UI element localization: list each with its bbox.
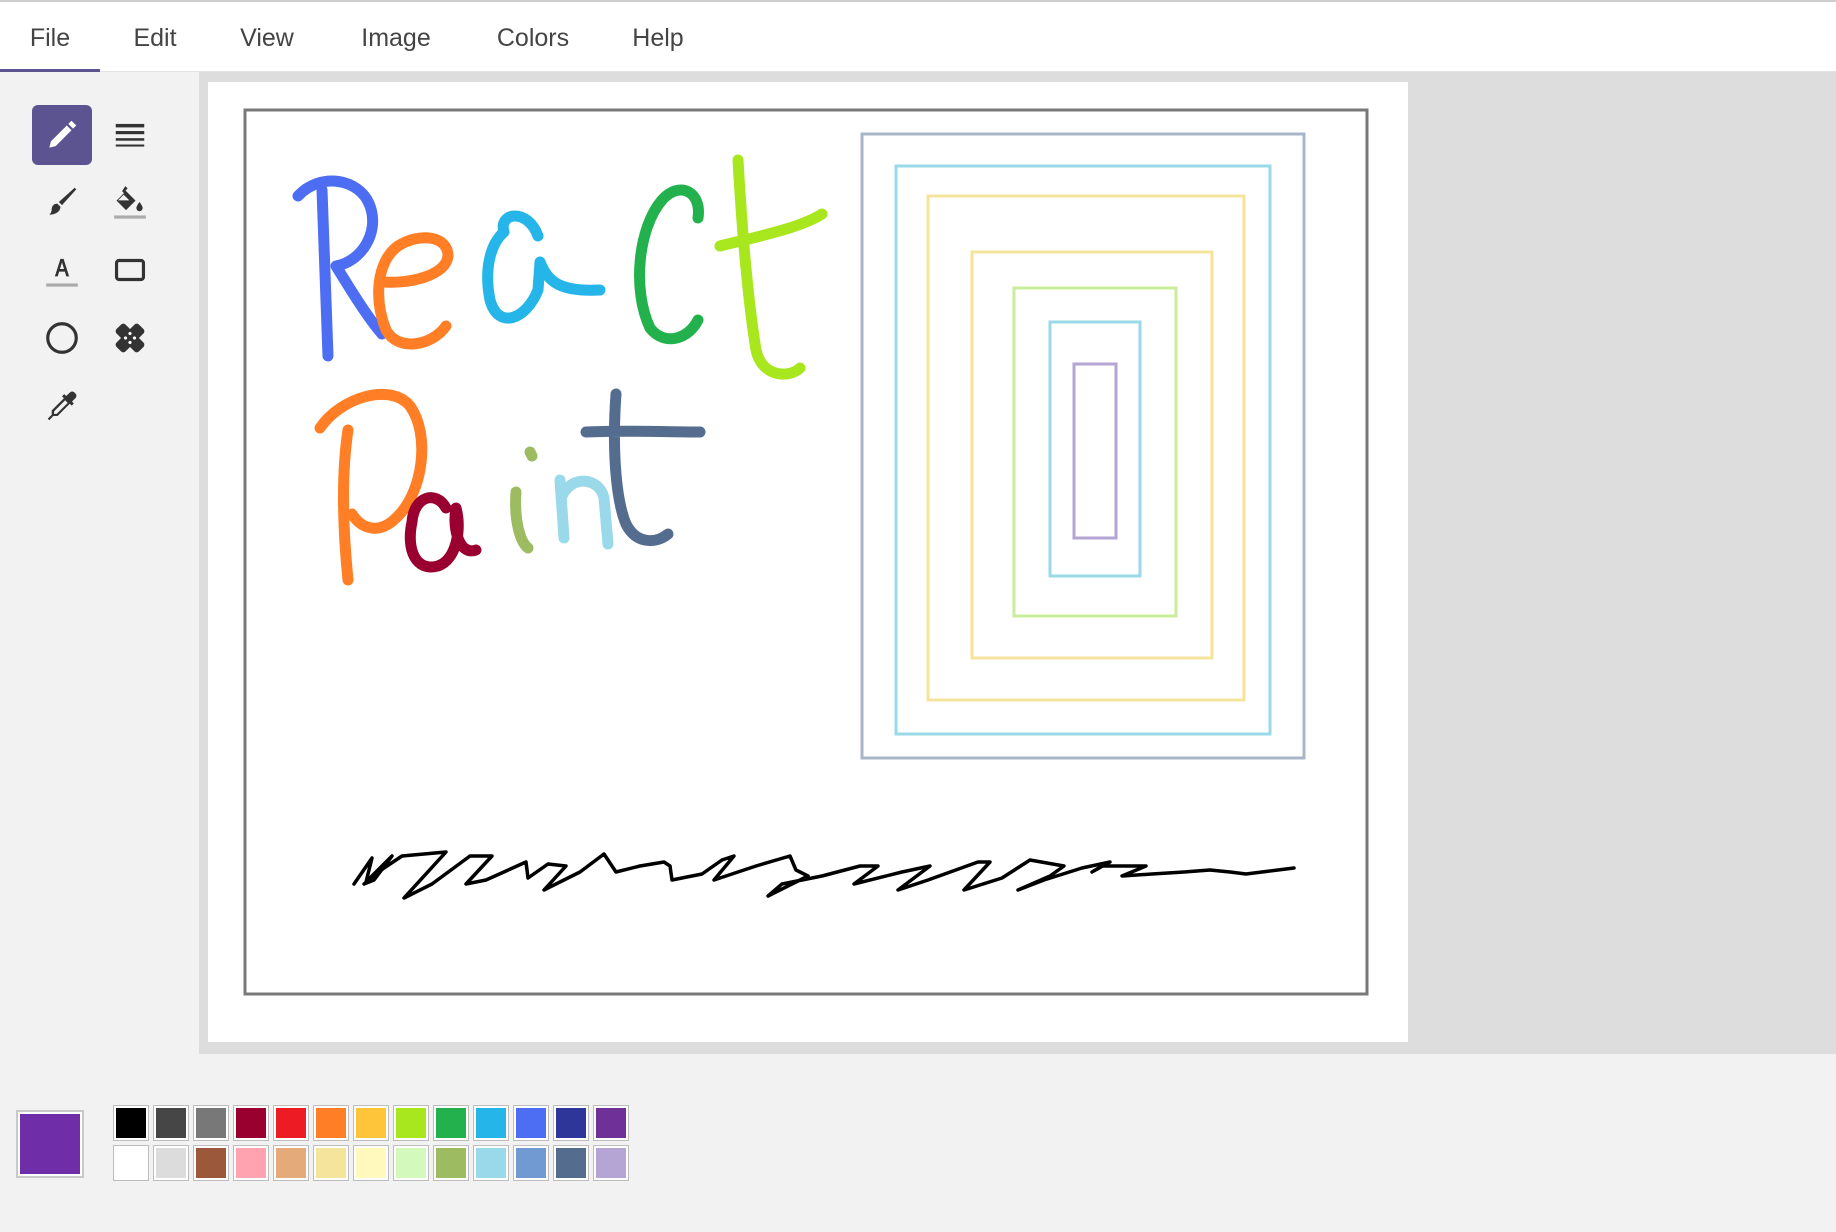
color-swatch-fill xyxy=(516,1108,546,1138)
color-swatch-fill xyxy=(276,1148,306,1178)
color-swatch[interactable] xyxy=(593,1145,629,1181)
color-swatch-fill xyxy=(556,1148,586,1178)
eraser-icon xyxy=(115,323,145,353)
tool-text[interactable] xyxy=(32,240,92,300)
menu-help[interactable]: Help xyxy=(616,4,700,72)
color-swatch-fill xyxy=(396,1148,426,1178)
tool-rectangle[interactable] xyxy=(100,240,160,300)
color-swatch-fill xyxy=(196,1108,226,1138)
color-swatch[interactable] xyxy=(513,1145,549,1181)
drawing-canvas[interactable] xyxy=(208,82,1408,1042)
color-swatch[interactable] xyxy=(233,1105,269,1141)
color-swatch[interactable] xyxy=(553,1145,589,1181)
color-swatch-fill xyxy=(396,1108,426,1138)
pencil-icon xyxy=(49,120,77,148)
color-swatch-fill xyxy=(556,1108,586,1138)
tool-brush[interactable] xyxy=(32,172,92,232)
eyedropper-icon xyxy=(47,391,77,421)
color-swatch[interactable] xyxy=(553,1105,589,1141)
color-swatch[interactable] xyxy=(233,1145,269,1181)
color-swatch[interactable] xyxy=(273,1105,309,1141)
color-swatch-fill xyxy=(476,1108,506,1138)
menu-bar: File Edit View Image Colors Help xyxy=(0,0,1836,72)
color-swatch[interactable] xyxy=(273,1145,309,1181)
color-swatch-fill xyxy=(236,1148,266,1178)
color-swatch[interactable] xyxy=(153,1105,189,1141)
color-swatch-fill xyxy=(516,1148,546,1178)
tool-fill[interactable] xyxy=(100,172,160,232)
ellipse-icon xyxy=(46,322,78,354)
color-swatch[interactable] xyxy=(193,1105,229,1141)
color-swatch[interactable] xyxy=(313,1105,349,1141)
color-swatch[interactable] xyxy=(353,1145,389,1181)
current-color[interactable] xyxy=(16,1110,84,1178)
color-swatch-fill xyxy=(276,1108,306,1138)
paint-bucket-icon xyxy=(114,186,146,219)
menu-view[interactable]: View xyxy=(222,4,312,72)
color-swatch[interactable] xyxy=(313,1145,349,1181)
color-swatch-fill xyxy=(156,1148,186,1178)
color-swatch-fill xyxy=(316,1108,346,1138)
menu-edit[interactable]: Edit xyxy=(110,4,200,72)
color-swatch-fill xyxy=(196,1148,226,1178)
color-swatch-fill xyxy=(436,1148,466,1178)
color-swatch-fill xyxy=(356,1148,386,1178)
tool-eraser[interactable] xyxy=(100,308,160,368)
color-swatch-fill xyxy=(316,1148,346,1178)
text-icon xyxy=(46,258,78,287)
color-swatch[interactable] xyxy=(193,1145,229,1181)
color-swatch-fill xyxy=(596,1108,626,1138)
menu-colors[interactable]: Colors xyxy=(484,4,582,72)
color-swatch-fill xyxy=(236,1108,266,1138)
color-swatch[interactable] xyxy=(593,1105,629,1141)
rectangle-icon xyxy=(114,258,146,282)
color-swatch-fill xyxy=(116,1148,146,1178)
color-swatch[interactable] xyxy=(153,1145,189,1181)
color-swatch-fill xyxy=(356,1108,386,1138)
color-swatch[interactable] xyxy=(113,1105,149,1141)
menu-file[interactable]: File xyxy=(0,4,100,72)
tool-line-width[interactable] xyxy=(100,105,160,165)
tool-pencil[interactable] xyxy=(32,105,92,165)
tool-picker[interactable] xyxy=(32,376,92,436)
color-swatch[interactable] xyxy=(393,1145,429,1181)
color-swatch[interactable] xyxy=(353,1105,389,1141)
line-width-icon xyxy=(115,123,145,147)
color-swatch-fill xyxy=(436,1108,466,1138)
color-swatch-fill xyxy=(156,1108,186,1138)
menu-image[interactable]: Image xyxy=(346,4,446,72)
color-swatch[interactable] xyxy=(473,1105,509,1141)
color-swatch[interactable] xyxy=(433,1105,469,1141)
current-color-fill xyxy=(20,1114,80,1174)
color-swatch[interactable] xyxy=(393,1105,429,1141)
color-swatch-fill xyxy=(476,1148,506,1178)
color-swatch[interactable] xyxy=(113,1145,149,1181)
color-swatch[interactable] xyxy=(433,1145,469,1181)
color-swatch[interactable] xyxy=(473,1145,509,1181)
color-swatch-fill xyxy=(116,1108,146,1138)
color-swatch[interactable] xyxy=(513,1105,549,1141)
tool-ellipse[interactable] xyxy=(32,308,92,368)
brush-icon xyxy=(49,187,77,215)
color-swatch-fill xyxy=(596,1148,626,1178)
